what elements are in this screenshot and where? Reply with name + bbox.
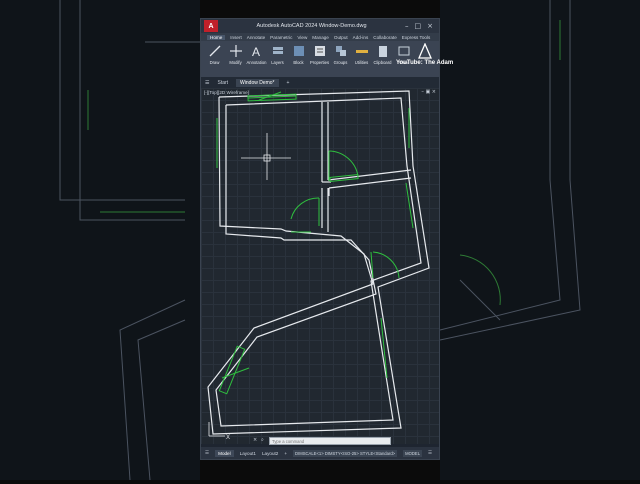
properties-button[interactable]: Properties xyxy=(310,44,329,65)
file-tab-start[interactable]: Start xyxy=(217,80,228,86)
tab-model[interactable]: Model xyxy=(215,449,234,457)
properties-icon xyxy=(313,44,327,58)
add-layout-icon[interactable]: + xyxy=(284,451,287,456)
modify-button[interactable]: Modify xyxy=(226,44,245,65)
search-icon[interactable]: ⌕ xyxy=(261,437,264,443)
floor-plan: X xyxy=(207,90,430,441)
clipboard-icon xyxy=(376,44,390,58)
customization-icon[interactable]: ☰ xyxy=(428,450,432,456)
window-title: Autodesk AutoCAD 2024 Window-Demo.dwg xyxy=(256,23,367,29)
move-icon xyxy=(229,44,243,58)
utilities-button[interactable]: Utilities xyxy=(352,44,371,65)
minimize-icon[interactable]: – xyxy=(405,22,409,30)
view-icon xyxy=(397,44,411,58)
annotation-label: Annotation xyxy=(246,60,267,65)
walls xyxy=(207,90,430,435)
tab-manage[interactable]: Manage xyxy=(312,35,329,40)
clipboard-button[interactable]: Clipboard xyxy=(373,44,392,65)
autocad-a-icon[interactable] xyxy=(415,43,434,59)
autocad-window: A Autodesk AutoCAD 2024 Window-Demo.dwg … xyxy=(200,18,440,460)
file-tabs: ☰ Start Window Demo* + xyxy=(201,77,439,88)
new-tab-icon[interactable]: + xyxy=(287,80,290,86)
utilities-label: Utilities xyxy=(354,60,369,65)
status-bar: ☰ Model Layout1 Layout2 + DIMSCALE<1> DI… xyxy=(201,447,439,459)
background-left xyxy=(0,0,200,481)
close-cmd-icon[interactable]: × xyxy=(253,437,257,443)
menu-icon[interactable]: ☰ xyxy=(205,80,209,86)
file-tab-window-demo[interactable]: Window Demo* xyxy=(236,78,279,87)
tab-parametric[interactable]: Parametric xyxy=(270,35,292,40)
maximize-icon[interactable]: □ xyxy=(415,22,422,30)
line-icon xyxy=(208,44,222,58)
svg-text:X: X xyxy=(226,435,230,441)
background-drawing-right xyxy=(439,0,581,341)
tab-view[interactable]: View xyxy=(297,35,307,40)
ribbon-tabs: Home Insert Annotate Parametric View Man… xyxy=(201,33,439,41)
block-label: Block xyxy=(293,60,304,65)
clipboard-label: Clipboard xyxy=(373,60,392,65)
annotation-button[interactable]: A Annotation xyxy=(246,44,267,65)
groups-icon xyxy=(334,44,348,58)
draw-label: Draw xyxy=(209,60,220,65)
command-line[interactable] xyxy=(269,437,391,445)
model-space-toggle[interactable]: MODEL xyxy=(403,449,423,457)
tab-layout1[interactable]: Layout1 xyxy=(240,451,256,456)
command-input[interactable] xyxy=(270,438,390,444)
tab-collaborate[interactable]: Collaborate xyxy=(373,35,397,40)
crosshair-cursor xyxy=(241,133,291,180)
tab-layout2[interactable]: Layout2 xyxy=(262,451,278,456)
ribbon-panel: Draw Modify A Annotation Layers Block Pr… xyxy=(201,41,439,77)
block-button[interactable]: Block xyxy=(289,44,308,65)
close-icon[interactable]: × xyxy=(427,22,433,30)
svg-text:A: A xyxy=(252,45,260,58)
block-icon xyxy=(292,44,306,58)
measure-icon xyxy=(355,44,369,58)
properties-label: Properties xyxy=(309,60,330,65)
background-right xyxy=(439,0,640,480)
tab-insert[interactable]: Insert xyxy=(230,35,242,40)
tab-home[interactable]: Home xyxy=(207,34,226,40)
layers-label: Layers xyxy=(271,60,284,65)
tab-add-ins[interactable]: Add-ins xyxy=(353,35,369,40)
title-bar: A Autodesk AutoCAD 2024 Window-Demo.dwg … xyxy=(201,19,439,33)
draw-button[interactable]: Draw xyxy=(205,44,224,65)
groups-label: Groups xyxy=(333,60,348,65)
background-drawing-left xyxy=(59,0,200,481)
groups-button[interactable]: Groups xyxy=(331,44,350,65)
dimension-style-status[interactable]: DIMSCALE<1> DIMSTY<ISO-25> STYLE<Standar… xyxy=(293,449,398,457)
layers-icon xyxy=(271,44,285,58)
layers-button[interactable]: Layers xyxy=(268,44,287,65)
tab-express-tools[interactable]: Express Tools xyxy=(402,35,431,40)
tab-annotate[interactable]: Annotate xyxy=(247,35,265,40)
modify-label: Modify xyxy=(229,60,242,65)
tab-output[interactable]: Output xyxy=(334,35,348,40)
drawing-viewport[interactable]: [-][Top][2D Wireframe] – ▣ × X xyxy=(201,88,439,444)
status-menu-icon[interactable]: ☰ xyxy=(205,450,209,456)
app-logo-icon[interactable]: A xyxy=(204,20,218,32)
text-icon: A xyxy=(250,44,264,58)
windows-and-doors xyxy=(216,91,414,395)
youtube-overlay-text: YouTube: The Adam xyxy=(396,60,454,66)
